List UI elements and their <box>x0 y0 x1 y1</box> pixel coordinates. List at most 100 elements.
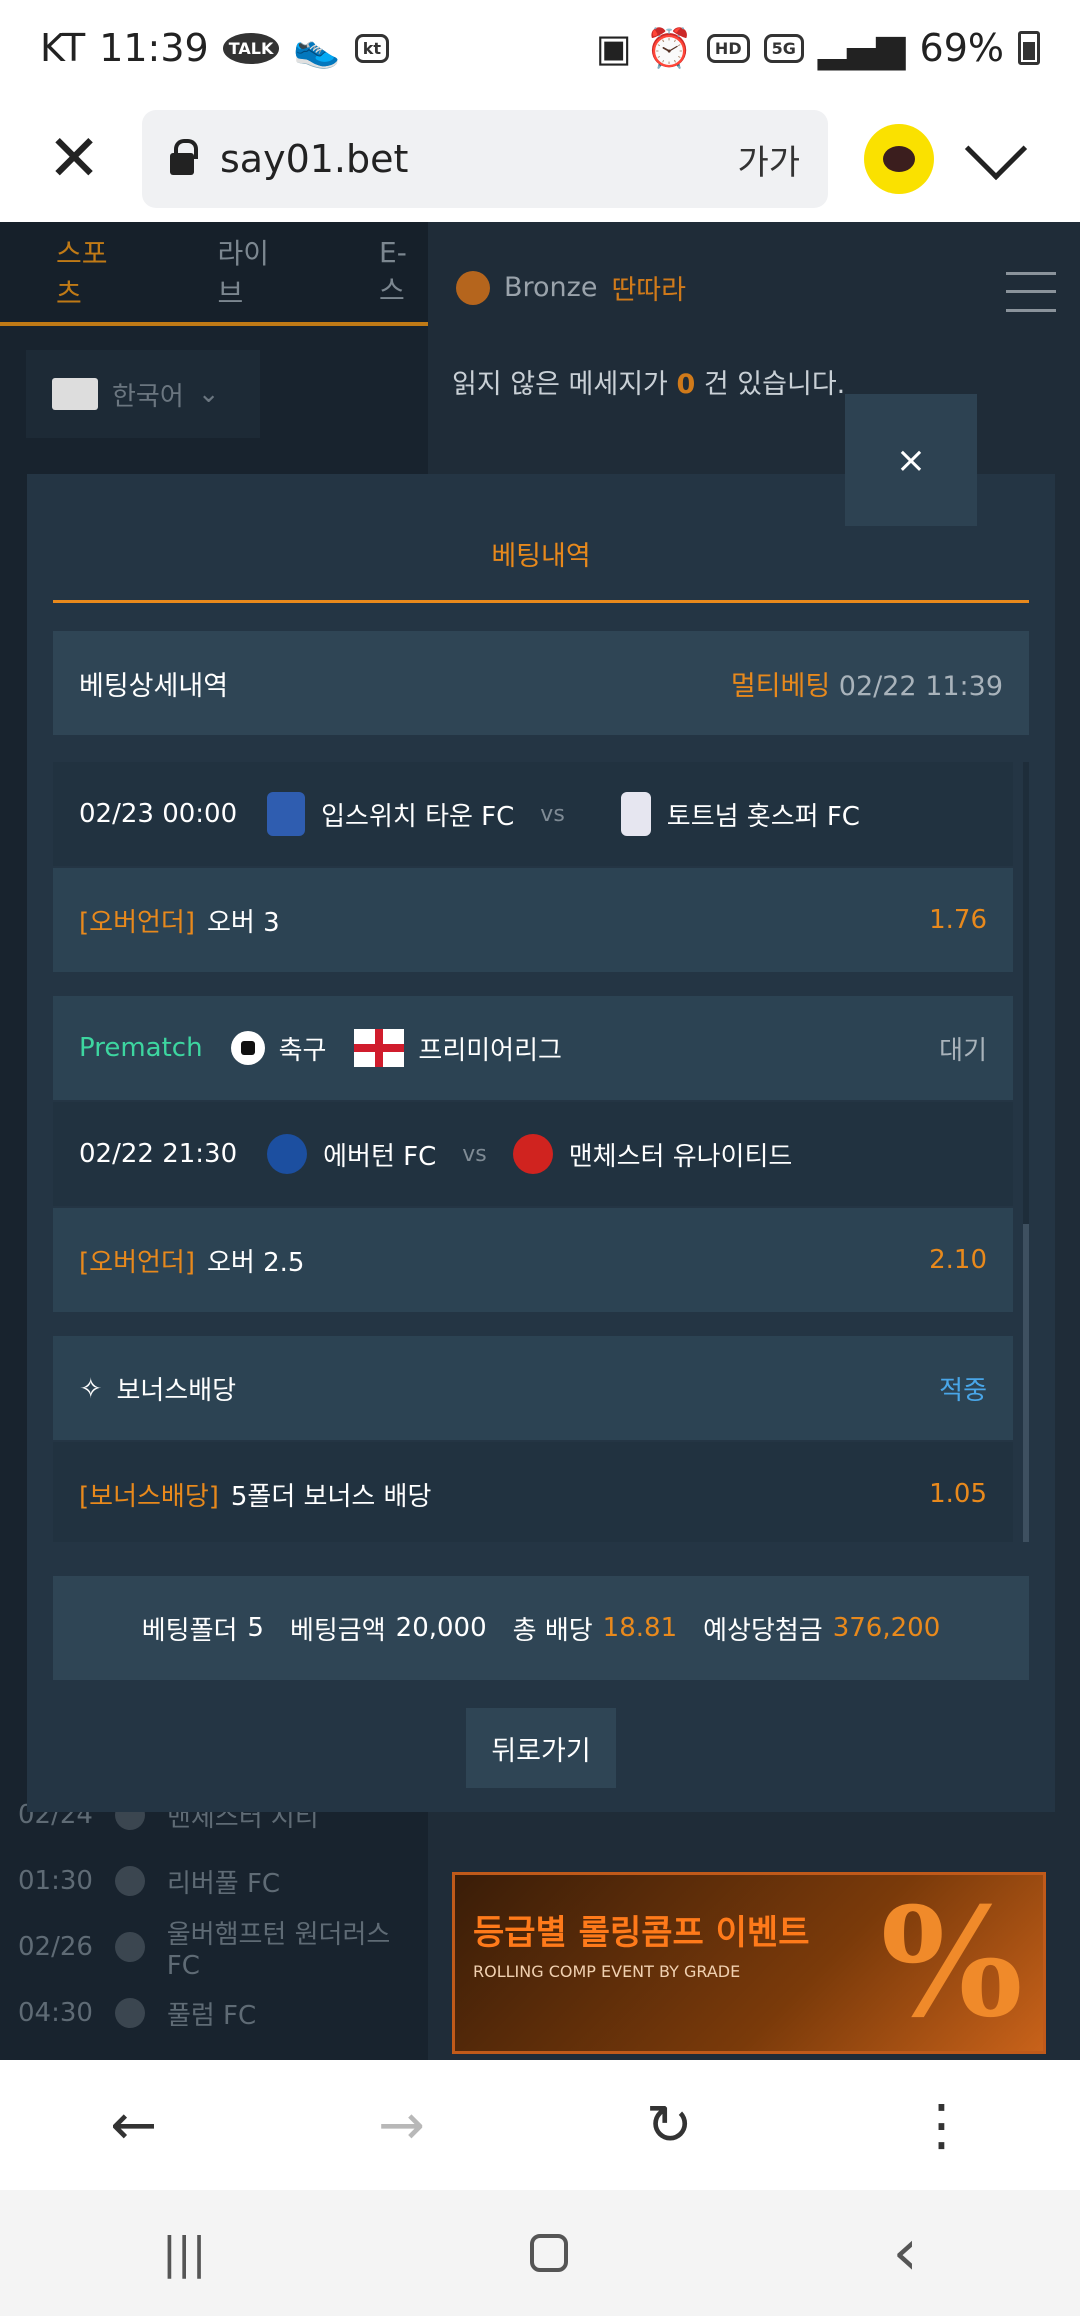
total-odds-value: 18.81 <box>602 1613 678 1643</box>
modal-title[interactable]: 베팅내역 <box>53 534 1029 573</box>
away-team: 토트넘 홋스퍼 FC <box>666 801 860 832</box>
alarm-icon: ⏰ <box>645 25 693 70</box>
match-row: 02/22 21:30 에버턴 FC vs 맨체스터 유나이티드 <box>53 1102 1013 1206</box>
amount-value: 20,000 <box>395 1613 487 1643</box>
market-label: [오버언더] <box>79 907 195 938</box>
battery-percent: 69% <box>919 26 1004 70</box>
system-back-icon[interactable]: ‹ <box>892 2216 918 2290</box>
status-badge: 적중 <box>939 1375 987 1406</box>
tab-sports[interactable]: 스포츠 <box>56 232 130 312</box>
clock: 11:39 <box>99 26 209 70</box>
language-select[interactable]: 한국어 ⌄ <box>26 350 260 438</box>
soccer-ball-icon <box>230 1031 265 1065</box>
title-underline <box>53 600 1029 603</box>
list-team: 리버풀 FC <box>166 1868 281 1899</box>
match-header-row: Prematch 축구 프리미어리그 대기 <box>53 996 1013 1100</box>
unread-count[interactable]: 0 <box>676 369 695 400</box>
bonus-header-row: ✧ 보너스배당 적중 <box>53 1336 1013 1440</box>
bet-meta: 멀티베팅 02/22 11:39 <box>731 664 1003 703</box>
pick-row: [오버언더] 오버 3 1.76 <box>53 868 1013 972</box>
list-item[interactable]: 01:30 리버풀 FC <box>0 1848 430 1914</box>
league-label: 프리미어리그 <box>418 1035 562 1066</box>
menu-icon[interactable] <box>1006 272 1056 312</box>
status-bar: KT 11:39 TALK 👟 kt ▣ ⏰ HD 5G ▂▄▆ 69% <box>0 0 1080 96</box>
forward-arrow-icon[interactable]: → <box>378 2093 425 2158</box>
back-button[interactable]: 뒤로가기 <box>466 1708 616 1788</box>
amount-label: 베팅금액 <box>289 1615 386 1646</box>
man-united-logo-icon <box>512 1134 553 1174</box>
team-logo-icon <box>114 1932 145 1962</box>
more-menu-icon[interactable]: ⋮ <box>914 2093 970 2158</box>
home-team: 입스위치 타운 FC <box>321 801 515 832</box>
folder-label: 베팅폴더 <box>141 1615 238 1646</box>
ipswich-logo-icon <box>267 792 306 836</box>
expected-win-value: 376,200 <box>832 1613 941 1643</box>
text-size-button[interactable]: 가가 <box>737 135 800 184</box>
signal-icon: ▂▄▆ <box>817 26 906 70</box>
pick-label: 오버 2.5 <box>206 1247 305 1278</box>
tab-live[interactable]: 라이브 <box>218 232 292 312</box>
bet-detail-header: 베팅상세내역 멀티베팅 02/22 11:39 <box>53 631 1029 735</box>
market-label: [오버언더] <box>79 1247 195 1278</box>
odds-value: 2.10 <box>929 1245 987 1275</box>
modal-close-button[interactable]: × <box>845 394 977 526</box>
match-row: 02/23 00:00 입스위치 타운 FC vs 토트넘 홋스퍼 FC <box>53 762 1013 866</box>
odds-value: 1.05 <box>929 1479 987 1509</box>
bet-type: 멀티베팅 <box>730 670 831 702</box>
kakao-chat-icon[interactable] <box>864 124 934 194</box>
rolling-comp-banner[interactable]: 등급별 롤링콤프 이벤트 ROLLING COMP EVENT BY GRADE… <box>452 1872 1046 2054</box>
match-list: 02/24 맨체스터 시티 01:30 리버풀 FC 02/26 울버햄프턴 원더러스… <box>0 1782 430 2046</box>
recents-icon[interactable]: ||| <box>162 2228 206 2279</box>
prematch-label: Prematch <box>79 1033 203 1063</box>
sport-label: 축구 <box>278 1035 327 1066</box>
list-time: 01:30 <box>18 1866 93 1896</box>
battery-icon <box>1018 31 1040 65</box>
everton-logo-icon <box>267 1134 308 1174</box>
list-time: 02/26 <box>18 1932 93 1962</box>
close-tab-icon[interactable]: ✕ <box>30 115 118 203</box>
bet-summary: 베팅폴더 5 베팅금액 20,000 총 배당 18.81 예상당첨금 376,… <box>53 1576 1029 1680</box>
pick-row: [보너스배당] 5폴더 보너스 배당 1.05 <box>53 1442 1013 1542</box>
sport-tabs: 스포츠 라이브 E-스 <box>0 222 430 326</box>
away-team: 맨체스터 유나이티드 <box>568 1141 793 1172</box>
nickname: 딴따라 <box>611 275 686 306</box>
home-icon[interactable] <box>530 2234 569 2272</box>
england-flag-icon <box>354 1029 405 1067</box>
tottenham-logo-icon <box>620 792 651 836</box>
hd-icon: HD <box>706 33 750 63</box>
sneaker-icon: 👟 <box>293 25 341 70</box>
detail-label: 베팅상세내역 <box>79 670 229 702</box>
unread-suffix: 건 있습니다. <box>703 369 846 400</box>
bet-time: 02/22 11:39 <box>838 670 1003 702</box>
kakaotalk-icon: TALK <box>222 32 280 64</box>
address-bar[interactable]: say01.bet 가가 <box>142 110 828 208</box>
expected-win-label: 예상당첨금 <box>703 1615 823 1646</box>
pick-label: 오버 3 <box>206 907 280 938</box>
tab-esports[interactable]: E-스 <box>379 236 430 309</box>
status-badge: 대기 <box>939 1035 987 1066</box>
reload-icon[interactable]: ↻ <box>646 2093 693 2158</box>
pick-row: [오버언더] 오버 2.5 2.10 <box>53 1208 1013 1312</box>
carrier-label: KT <box>40 26 86 70</box>
unread-prefix: 읽지 않은 메세지가 <box>452 369 668 400</box>
bet-history-modal: 베팅내역 베팅상세내역 멀티베팅 02/22 11:39 02/23 00:00… <box>27 474 1055 1812</box>
system-nav-bar: ||| ‹ <box>0 2190 1080 2316</box>
user-grade: Bronze 딴따라 <box>456 268 686 307</box>
grade-label: Bronze <box>504 272 598 303</box>
list-item[interactable]: 02/26 울버햄프턴 원더러스 FC <box>0 1914 430 1981</box>
lock-icon <box>170 139 198 175</box>
list-time: 04:30 <box>18 1998 93 2028</box>
scrollbar-thumb[interactable] <box>1023 1224 1029 1542</box>
chevron-down-icon[interactable] <box>964 117 1028 181</box>
vs-label: vs <box>462 1141 487 1167</box>
back-arrow-icon[interactable]: ← <box>110 2093 157 2158</box>
browser-toolbar: ✕ say01.bet 가가 <box>0 96 1080 222</box>
unread-message: 읽지 않은 메세지가 0 건 있습니다. <box>452 362 845 401</box>
language-label: 한국어 <box>112 381 184 412</box>
chevron-down-icon: ⌄ <box>197 379 220 409</box>
5g-icon: 5G <box>763 33 804 63</box>
bonus-label: 보너스배당 <box>116 1375 237 1406</box>
bet-detail-list[interactable]: 02/23 00:00 입스위치 타운 FC vs 토트넘 홋스퍼 FC [오버… <box>53 762 1029 1542</box>
list-item[interactable]: 04:30 풀럼 FC <box>0 1980 430 2046</box>
browser-bottom-bar: ← → ↻ ⋮ <box>0 2060 1080 2190</box>
